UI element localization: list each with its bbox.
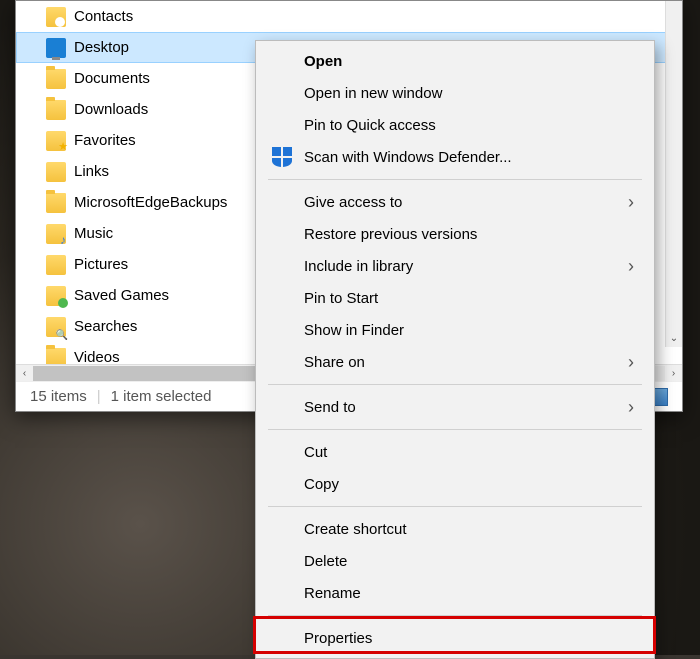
folder-label: Downloads xyxy=(74,101,148,118)
menu-item-label: Open xyxy=(304,53,342,70)
folder-label: Favorites xyxy=(74,132,136,149)
menu-item-include-in-library[interactable]: Include in library › xyxy=(258,250,652,282)
pictures-icon xyxy=(46,255,66,275)
folder-row-contacts[interactable]: Contacts xyxy=(16,1,682,32)
vertical-scrollbar[interactable]: ⌄ xyxy=(665,1,682,347)
chevron-right-icon: › xyxy=(628,256,634,277)
folder-icon xyxy=(46,348,66,365)
menu-item-give-access-to[interactable]: Give access to › xyxy=(258,186,652,218)
menu-item-label: Properties xyxy=(304,630,372,647)
menu-item-label: Create shortcut xyxy=(304,521,407,538)
menu-item-pin-to-start[interactable]: Pin to Start xyxy=(258,282,652,314)
menu-item-open-in-new-window[interactable]: Open in new window xyxy=(258,77,652,109)
folder-icon xyxy=(46,193,66,213)
menu-item-open[interactable]: Open xyxy=(258,45,652,77)
scroll-up-arrow[interactable] xyxy=(666,1,682,18)
folder-label: Saved Games xyxy=(74,287,169,304)
menu-item-label: Pin to Quick access xyxy=(304,117,436,134)
menu-item-label: Share on xyxy=(304,354,365,371)
folder-label: Videos xyxy=(74,349,120,364)
menu-item-properties[interactable]: Properties xyxy=(258,622,652,654)
links-icon xyxy=(46,162,66,182)
folder-label: Documents xyxy=(74,70,150,87)
folder-label: Desktop xyxy=(74,39,129,56)
menu-separator xyxy=(268,179,642,180)
desktop-icon xyxy=(46,38,66,58)
menu-item-scan-with-windows-defender[interactable]: Scan with Windows Defender... xyxy=(258,141,652,173)
chevron-right-icon: › xyxy=(628,352,634,373)
menu-item-label: Include in library xyxy=(304,258,413,275)
favorites-icon xyxy=(46,131,66,151)
context-menu: Open Open in new window Pin to Quick acces… xyxy=(255,40,655,659)
menu-item-rename[interactable]: Rename xyxy=(258,577,652,609)
menu-item-pin-to-quick-access[interactable]: Pin to Quick access xyxy=(258,109,652,141)
defender-icon xyxy=(272,147,292,167)
folder-label: Music xyxy=(74,225,113,242)
status-separator: | xyxy=(97,388,101,405)
folder-label: Searches xyxy=(74,318,137,335)
scroll-down-arrow[interactable]: ⌄ xyxy=(666,330,682,347)
folder-icon xyxy=(46,100,66,120)
menu-separator xyxy=(268,429,642,430)
scroll-right-arrow[interactable]: › xyxy=(665,366,682,381)
menu-item-label: Send to xyxy=(304,399,356,416)
menu-item-label: Give access to xyxy=(304,194,402,211)
menu-item-cut[interactable]: Cut xyxy=(258,436,652,468)
menu-item-delete[interactable]: Delete xyxy=(258,545,652,577)
menu-item-label: Show in Finder xyxy=(304,322,404,339)
menu-item-label: Delete xyxy=(304,553,347,570)
chevron-right-icon: › xyxy=(628,397,634,418)
menu-item-show-in-finder[interactable]: Show in Finder xyxy=(258,314,652,346)
menu-separator xyxy=(268,506,642,507)
menu-item-create-shortcut[interactable]: Create shortcut xyxy=(258,513,652,545)
menu-item-label: Pin to Start xyxy=(304,290,378,307)
menu-item-copy[interactable]: Copy xyxy=(258,468,652,500)
menu-item-label: Restore previous versions xyxy=(304,226,477,243)
menu-item-label: Cut xyxy=(304,444,327,461)
folder-label: MicrosoftEdgeBackups xyxy=(74,194,227,211)
scroll-left-arrow[interactable]: ‹ xyxy=(16,366,33,381)
folder-icon xyxy=(46,69,66,89)
menu-item-label: Rename xyxy=(304,585,361,602)
savedgames-icon xyxy=(46,286,66,306)
searches-icon xyxy=(46,317,66,337)
status-items-count: 15 items xyxy=(30,388,87,405)
menu-item-label: Copy xyxy=(304,476,339,493)
menu-separator xyxy=(268,384,642,385)
folder-label: Links xyxy=(74,163,109,180)
contacts-icon xyxy=(46,7,66,27)
menu-item-share-on[interactable]: Share on › xyxy=(258,346,652,378)
chevron-right-icon: › xyxy=(628,192,634,213)
music-icon xyxy=(46,224,66,244)
menu-item-restore-previous-versions[interactable]: Restore previous versions xyxy=(258,218,652,250)
menu-item-send-to[interactable]: Send to › xyxy=(258,391,652,423)
folder-label: Pictures xyxy=(74,256,128,273)
menu-item-label: Scan with Windows Defender... xyxy=(304,149,512,166)
menu-item-label: Open in new window xyxy=(304,85,442,102)
menu-separator xyxy=(268,615,642,616)
status-selection: 1 item selected xyxy=(111,388,212,405)
folder-label: Contacts xyxy=(74,8,133,25)
